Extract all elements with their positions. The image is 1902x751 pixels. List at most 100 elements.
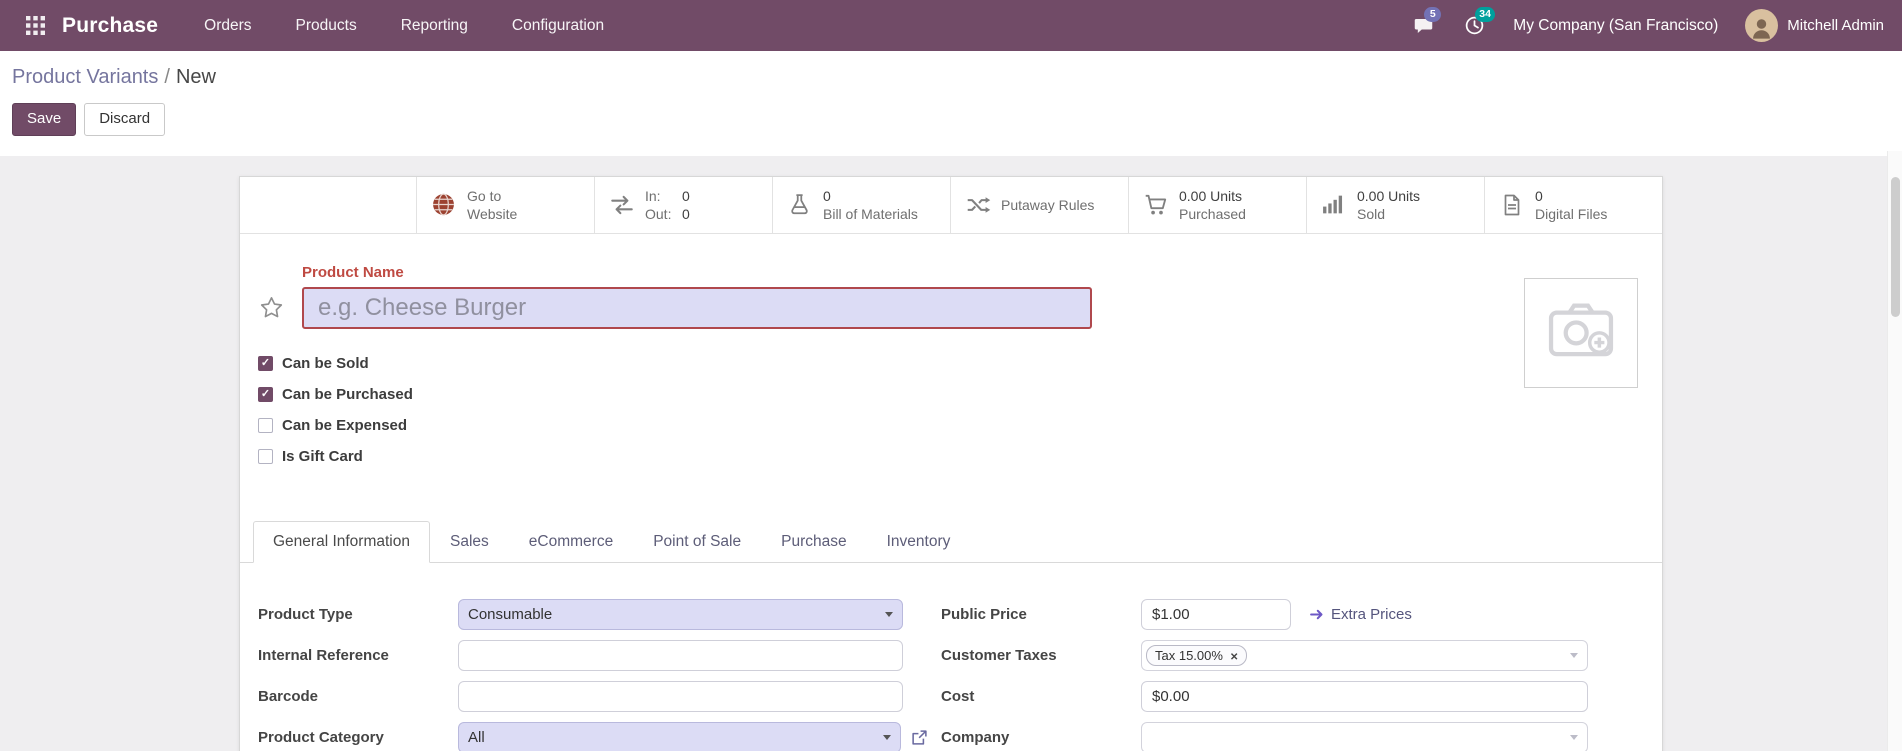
stat-label: Out:	[645, 205, 672, 222]
product-type-value: Consumable	[468, 605, 553, 623]
customer-taxes-label: Customer Taxes	[941, 646, 1057, 664]
stat-value: 0	[682, 205, 690, 222]
fields-right-column: Public Price Extra Prices Customer Taxes…	[941, 598, 1588, 751]
stat-label: Bill of Materials	[823, 205, 918, 222]
messages-badge: 5	[1424, 6, 1442, 22]
checkbox-box[interactable]	[258, 355, 273, 371]
extra-prices-link[interactable]: Extra Prices	[1309, 606, 1412, 623]
chevron-down-icon	[1570, 653, 1578, 659]
product-image-upload[interactable]	[1524, 277, 1638, 388]
user-name: Mitchell Admin	[1787, 17, 1884, 34]
external-link-icon[interactable]	[909, 727, 929, 747]
scrollbar-thumb[interactable]	[1891, 177, 1900, 317]
chevron-down-icon	[883, 735, 892, 741]
checkbox-label: Can be Purchased	[282, 385, 413, 403]
shopping-cart-icon	[1142, 191, 1169, 218]
product-category-label: Product Category	[258, 728, 384, 746]
product-type-label: Product Type	[258, 605, 353, 623]
stat-value: 0	[823, 187, 831, 204]
internal-reference-label: Internal Reference	[258, 646, 389, 664]
checkbox-is-gift-card[interactable]: Is Gift Card	[258, 448, 1662, 465]
stat-value: 0	[682, 187, 690, 204]
main-menu: Orders Products Reporting Configuration	[204, 17, 604, 35]
messages-icon[interactable]: 5	[1411, 6, 1442, 38]
favorite-star-icon[interactable]	[258, 295, 284, 321]
breadcrumb-separator: /	[164, 66, 170, 88]
arrow-right-icon	[1310, 609, 1323, 619]
top-navbar: Purchase Orders Products Reporting Confi…	[0, 0, 1902, 51]
form-sheet: Go to Website In: 0 Out: 0 0 Bill of Mater…	[239, 175, 1663, 751]
tax-tag[interactable]: Tax 15.00%	[1146, 644, 1248, 666]
stat-label: Website	[467, 205, 518, 222]
barcode-input[interactable]	[458, 680, 903, 712]
breadcrumb-parent[interactable]: Product Variants	[12, 66, 158, 88]
stat-value: 0	[1535, 187, 1543, 204]
checkbox-box[interactable]	[258, 448, 273, 464]
stat-button-putaway-rules[interactable]: Putaway Rules	[950, 176, 1128, 233]
checkbox-box[interactable]	[258, 417, 273, 433]
cost-input[interactable]	[1141, 680, 1588, 712]
stat-label: Sold	[1357, 205, 1386, 222]
user-avatar	[1745, 9, 1779, 42]
discard-button[interactable]: Discard	[84, 103, 166, 136]
tab-general-information[interactable]: General Information	[253, 520, 430, 563]
fields-left-column: Product Type Consumable Internal Referen…	[258, 598, 929, 751]
checkbox-can-be-sold[interactable]: Can be Sold	[258, 355, 1662, 372]
remove-tag-icon[interactable]	[1230, 648, 1238, 663]
company-switcher[interactable]: My Company (San Francisco)	[1513, 17, 1718, 35]
tab-ecommerce[interactable]: eCommerce	[509, 521, 633, 563]
customer-taxes-field[interactable]: Tax 15.00%	[1141, 639, 1588, 671]
stat-value: 0.00 Units	[1357, 187, 1421, 204]
tab-inventory[interactable]: Inventory	[867, 521, 971, 563]
internal-reference-input[interactable]	[458, 639, 903, 671]
public-price-input[interactable]	[1141, 598, 1291, 630]
vertical-scrollbar[interactable]	[1887, 151, 1902, 751]
user-menu[interactable]: Mitchell Admin	[1745, 9, 1884, 42]
checkbox-can-be-expensed[interactable]: Can be Expensed	[258, 417, 1662, 434]
checkbox-box[interactable]	[258, 386, 273, 402]
flask-icon	[786, 191, 813, 218]
stat-button-digital-files[interactable]: 0 Digital Files	[1484, 176, 1662, 233]
app-title: Purchase	[62, 13, 159, 37]
stat-button-bill-of-materials[interactable]: 0 Bill of Materials	[772, 176, 950, 233]
product-name-input[interactable]	[302, 286, 1092, 329]
tab-sales[interactable]: Sales	[430, 521, 509, 563]
checkbox-can-be-purchased[interactable]: Can be Purchased	[258, 386, 1662, 403]
tab-point-of-sale[interactable]: Point of Sale	[633, 521, 761, 563]
stat-value: 0.00 Units	[1179, 187, 1243, 204]
breadcrumb: Product Variants / New	[12, 66, 1890, 89]
menu-products[interactable]: Products	[296, 17, 357, 35]
save-button[interactable]: Save	[12, 103, 77, 136]
stat-label: In:	[645, 187, 661, 204]
menu-orders[interactable]: Orders	[204, 17, 251, 35]
bar-chart-icon	[1320, 191, 1347, 218]
document-icon	[1498, 191, 1525, 218]
menu-configuration[interactable]: Configuration	[512, 17, 604, 35]
stat-label: Putaway Rules	[1001, 196, 1095, 213]
stat-button-go-to-website[interactable]: Go to Website	[416, 176, 594, 233]
activities-clock-icon[interactable]: 34	[1462, 6, 1495, 38]
company-field[interactable]	[1141, 721, 1588, 751]
stat-button-box: Go to Website In: 0 Out: 0 0 Bill of Mater…	[240, 176, 1662, 234]
tab-purchase[interactable]: Purchase	[761, 521, 866, 563]
barcode-label: Barcode	[258, 687, 319, 705]
tax-tag-label: Tax 15.00%	[1155, 647, 1223, 663]
general-information-fields: Product Type Consumable Internal Referen…	[240, 563, 1662, 751]
stat-label: Digital Files	[1535, 205, 1608, 222]
menu-reporting[interactable]: Reporting	[401, 17, 468, 35]
apps-grid-icon[interactable]	[18, 9, 52, 43]
stat-label: Go to	[467, 187, 502, 204]
checkbox-label: Is Gift Card	[282, 447, 363, 465]
breadcrumb-current: New	[175, 66, 216, 88]
stat-button-units-sold[interactable]: 0.00 Units Sold	[1306, 176, 1484, 233]
product-category-select[interactable]: All	[458, 721, 902, 751]
control-panel: Product Variants / New Save Discard	[0, 51, 1902, 156]
product-category-value: All	[468, 728, 485, 746]
activities-badge: 34	[1475, 6, 1495, 22]
product-type-select[interactable]: Consumable	[458, 598, 903, 630]
stat-label: Purchased	[1179, 205, 1246, 222]
camera-plus-icon	[1548, 301, 1614, 364]
stat-button-inventory-in-out[interactable]: In: 0 Out: 0	[594, 176, 772, 233]
cost-label: Cost	[941, 687, 975, 705]
stat-button-units-purchased[interactable]: 0.00 Units Purchased	[1128, 176, 1306, 233]
